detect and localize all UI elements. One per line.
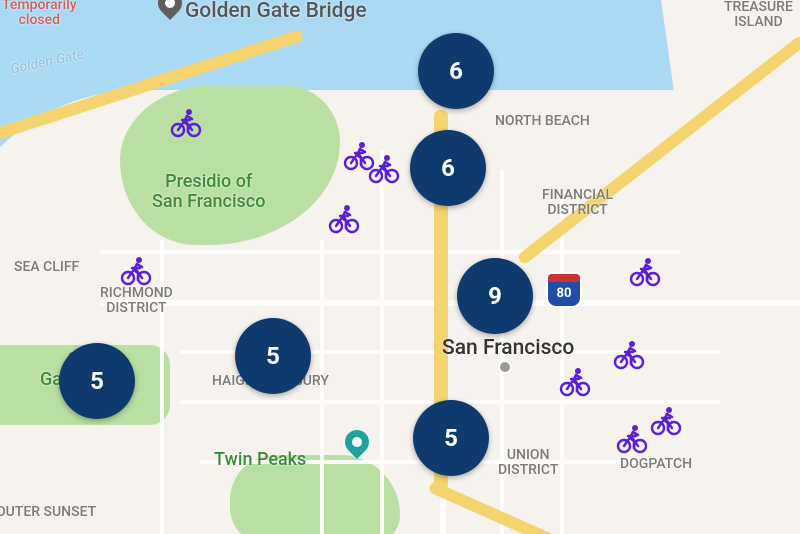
label-golden-gate-water: Golden Gate — [9, 47, 85, 78]
label-outer-sunset: OUTER SUNSET — [0, 505, 96, 520]
cluster-marker[interactable]: 5 — [59, 343, 135, 419]
label-presidio: Presidio of San Francisco — [152, 172, 265, 212]
label-dogpatch: DOGPATCH — [620, 457, 692, 472]
bike-marker[interactable] — [629, 255, 661, 287]
cluster-count: 6 — [441, 154, 455, 182]
cluster-marker[interactable]: 5 — [235, 318, 311, 394]
cluster-marker[interactable]: 6 — [418, 33, 494, 109]
golden-gate-bridge-pin[interactable] — [153, 0, 187, 20]
bike-marker[interactable] — [120, 254, 152, 286]
cluster-count: 5 — [444, 424, 458, 452]
map-canvas[interactable]: Temporarily closed Golden Gate Bridge Go… — [0, 0, 800, 534]
interstate-number: 80 — [557, 286, 572, 301]
city-center-dot — [498, 360, 512, 374]
cluster-marker[interactable]: 9 — [457, 258, 533, 334]
label-twin-peaks: Twin Peaks — [214, 450, 306, 470]
label-richmond: RICHMOND DISTRICT — [100, 286, 173, 317]
label-treasure-island: TREASURE ISLAND — [724, 0, 793, 31]
bike-marker[interactable] — [616, 422, 648, 454]
label-union: UNION DISTRICT — [498, 448, 558, 479]
bike-marker[interactable] — [328, 202, 360, 234]
label-financial: FINANCIAL DISTRICT — [542, 188, 613, 219]
label-closed: Temporarily closed — [2, 0, 77, 29]
label-sea-cliff: SEA CLIFF — [14, 260, 79, 275]
label-north-beach: NORTH BEACH — [495, 114, 590, 129]
cluster-count: 5 — [266, 342, 280, 370]
bike-marker[interactable] — [170, 106, 202, 138]
bike-marker[interactable] — [650, 404, 682, 436]
cluster-count: 9 — [488, 282, 502, 310]
bike-marker[interactable] — [368, 152, 400, 184]
cluster-count: 5 — [90, 367, 104, 395]
interstate-shield: 80 — [546, 272, 582, 308]
cluster-marker[interactable]: 6 — [410, 130, 486, 206]
cluster-marker[interactable]: 5 — [413, 400, 489, 476]
bike-marker[interactable] — [613, 338, 645, 370]
bike-marker[interactable] — [559, 365, 591, 397]
cluster-count: 6 — [449, 57, 463, 85]
label-san-francisco: San Francisco — [442, 337, 574, 360]
label-golden-gate-bridge: Golden Gate Bridge — [185, 0, 367, 23]
